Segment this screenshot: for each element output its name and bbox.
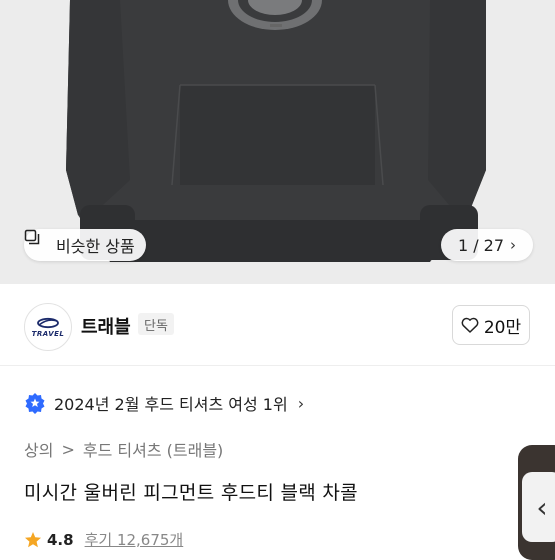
brand-logo-text: TRAVEL [31, 329, 65, 338]
page-indicator-text: 1 / 27 [457, 235, 505, 255]
brand-swoosh-icon [37, 317, 59, 328]
breadcrumb-item-top[interactable]: 상의 [24, 437, 53, 461]
ranking-link[interactable]: 2024년 2월 후드 티셔츠 여성 1위 › [24, 390, 304, 416]
ranking-text: 2024년 2월 후드 티셔츠 여성 1위 [54, 395, 288, 414]
similar-items-label: 비슷한 상품 [56, 237, 135, 256]
breadcrumb-item-hoodie[interactable]: 후드 티셔츠 (트래블) [83, 437, 223, 461]
exclusive-badge: 단독 [138, 313, 174, 335]
product-title: 미시간 울버린 피그먼트 후드티 블랙 차콜 [24, 482, 358, 504]
reviews-link[interactable]: 후기 12,675개 [85, 529, 184, 550]
breadcrumb-separator: > [61, 439, 75, 459]
chevron-right-icon: › [510, 236, 517, 254]
similar-items-icon [24, 229, 50, 253]
similar-items-button[interactable]: 비슷한 상품 [24, 229, 146, 261]
rating-score: 4.8 [47, 530, 74, 549]
breadcrumb: 상의 > 후드 티셔츠 (트래블) [24, 437, 223, 461]
rating-row: 4.8 후기 12,675개 [24, 529, 183, 550]
like-count: 20만 [483, 317, 522, 338]
image-page-indicator[interactable]: 1 / 27 › [441, 229, 533, 261]
ranking-badge-icon [24, 392, 46, 414]
product-image-carousel[interactable]: 비슷한 상품 1 / 27 › [0, 0, 555, 284]
side-tab-handle[interactable]: ‹ [522, 472, 555, 542]
chevron-right-icon: › [297, 393, 305, 413]
brand-row: TRAVEL 트래블 단독 20만 [0, 292, 555, 360]
brand-name[interactable]: 트래블 [81, 313, 131, 339]
heart-outline-icon [461, 317, 479, 333]
brand-logo[interactable]: TRAVEL [24, 303, 72, 351]
section-divider [0, 365, 555, 366]
like-button[interactable]: 20만 [452, 305, 530, 345]
chevron-left-icon: ‹ [536, 490, 548, 524]
star-icon [25, 531, 41, 547]
